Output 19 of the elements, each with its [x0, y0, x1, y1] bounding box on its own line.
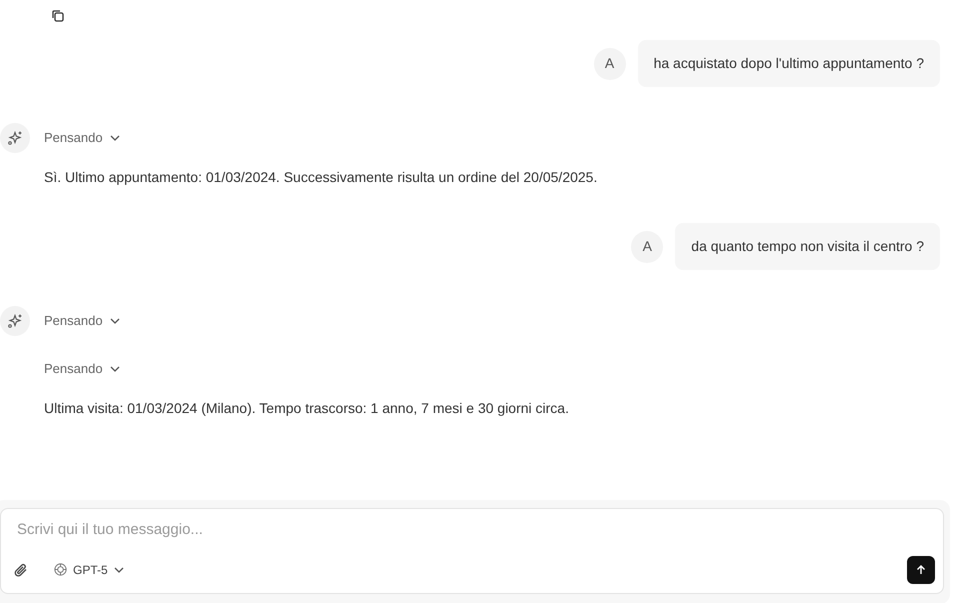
- avatar: A: [631, 230, 664, 262]
- avatar: A: [594, 48, 626, 80]
- thinking-toggle[interactable]: Pensando: [44, 311, 121, 331]
- sparkle-icon: [7, 313, 23, 329]
- sparkle-icon: [7, 130, 23, 146]
- thinking-toggle[interactable]: Pensando: [44, 359, 121, 379]
- assistant-message: Sì. Ultimo appuntamento: 01/03/2024. Successivamente risulta un ordine del 20/05/2025.: [44, 168, 598, 187]
- send-button[interactable]: [907, 556, 935, 584]
- thinking-toggle[interactable]: Pensando: [44, 128, 121, 148]
- message-field[interactable]: Scrivi qui il tuo messaggio... GPT-5: [0, 508, 944, 594]
- user-message: ha acquistato dopo l'ultimo appuntamento ?: [638, 40, 940, 87]
- attach-button[interactable]: [13, 562, 29, 578]
- assistant-message: Ultima visita: 01/03/2024 (Milano). Tempo trascorso: 1 anno, 7 mesi e 30 giorni circa.: [44, 399, 570, 418]
- model-selector[interactable]: GPT-5: [53, 560, 125, 578]
- model-logo-icon: [53, 562, 68, 577]
- copy-icon: [51, 8, 65, 23]
- paperclip-icon: [13, 562, 29, 578]
- user-message: da quanto tempo non visita il centro ?: [675, 223, 940, 270]
- arrow-up-icon: [915, 564, 927, 576]
